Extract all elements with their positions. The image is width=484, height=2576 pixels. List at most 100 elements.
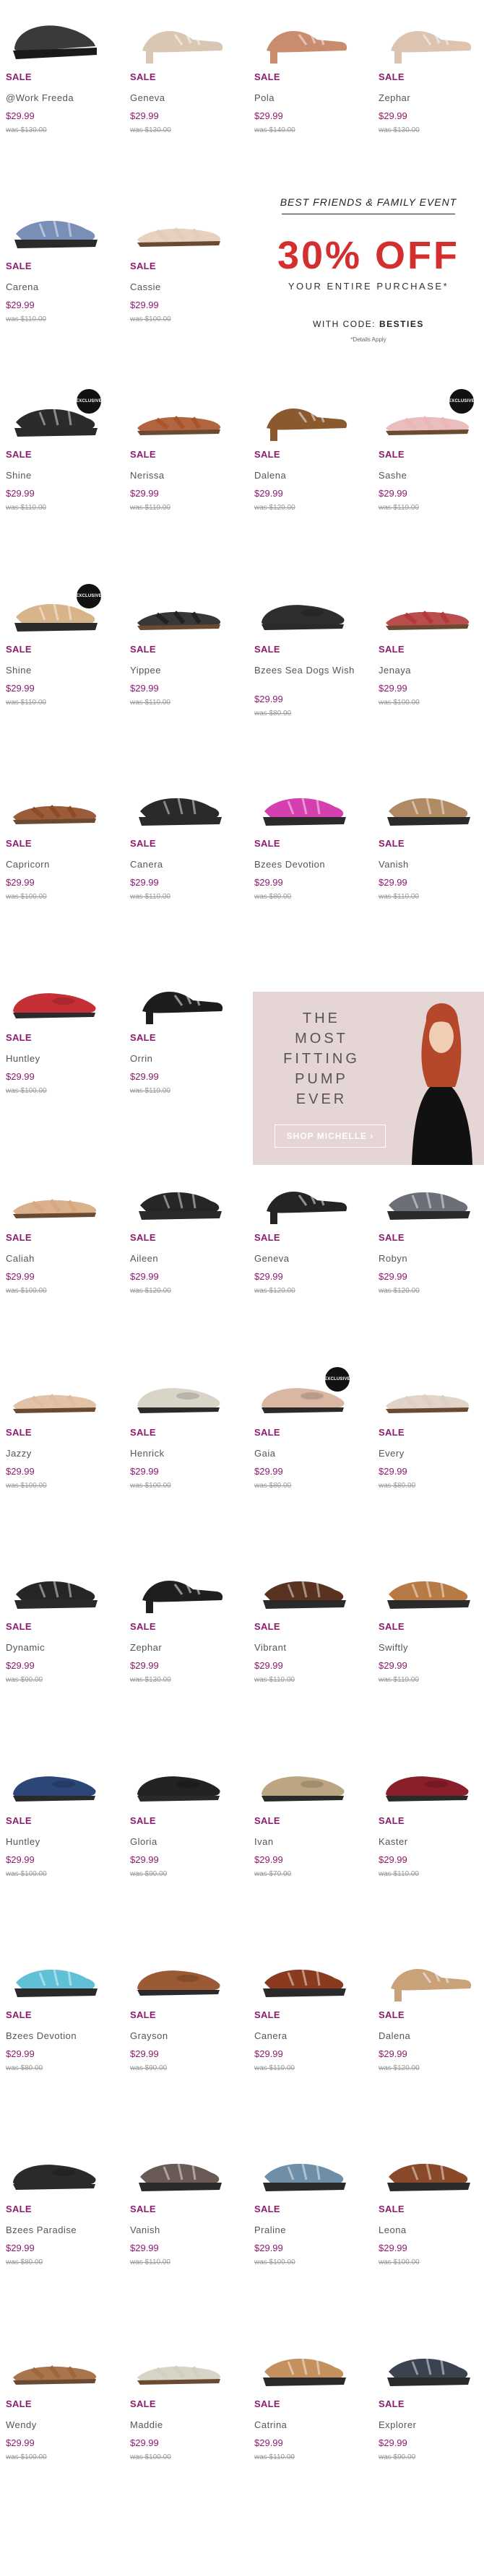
product-name[interactable]: Henrick xyxy=(130,1448,235,1459)
product-card[interactable]: SALE Orrin $29.99 was $110.00 xyxy=(124,961,240,1163)
product-image[interactable] xyxy=(124,767,233,834)
product-image[interactable] xyxy=(0,189,108,257)
product-name[interactable]: @Work Freeda xyxy=(6,92,111,103)
product-card[interactable]: SALE Swiftly $29.99 was $110.00 xyxy=(373,1550,484,1752)
product-name[interactable]: Grayson xyxy=(130,2030,235,2041)
product-name[interactable]: Vanish xyxy=(130,2224,235,2235)
product-image[interactable] xyxy=(124,189,233,257)
product-card[interactable]: SALE Kaster $29.99 was $110.00 xyxy=(373,1744,484,1947)
product-image[interactable] xyxy=(0,1550,108,1617)
product-name[interactable]: Vanish xyxy=(379,859,483,870)
product-name[interactable]: Shine xyxy=(6,665,111,676)
product-name[interactable]: Huntley xyxy=(6,1836,111,1847)
product-name[interactable]: Caliah xyxy=(6,1253,111,1264)
product-card[interactable]: SALE Every $29.99 was $80.00 xyxy=(373,1355,484,1558)
product-image[interactable] xyxy=(373,1161,481,1228)
product-image[interactable] xyxy=(373,767,481,834)
product-name[interactable]: Praline xyxy=(254,2224,359,2235)
product-name[interactable]: Capricorn xyxy=(6,859,111,870)
product-image[interactable] xyxy=(124,961,233,1029)
product-card[interactable]: SALE Catrina $29.99 was $110.00 xyxy=(249,2327,364,2530)
product-image[interactable] xyxy=(0,2132,108,2200)
product-name[interactable]: Dynamic xyxy=(6,1642,111,1653)
product-card[interactable]: SALE Maddie $29.99 was $100.00 xyxy=(124,2327,240,2530)
product-card[interactable]: SALE Capricorn $29.99 was $100.00 xyxy=(0,767,116,969)
product-card[interactable]: SALE Wendy $29.99 was $100.00 xyxy=(0,2327,116,2530)
product-image[interactable] xyxy=(124,1161,233,1228)
product-name[interactable]: Aileen xyxy=(130,1253,235,1264)
product-image[interactable] xyxy=(124,2327,233,2395)
product-name[interactable]: Huntley xyxy=(6,1053,111,1064)
product-card[interactable]: EXCLUSIVE SALE Gaia $29.99 was $80.00 xyxy=(249,1355,364,1558)
product-name[interactable]: Orrin xyxy=(130,1053,235,1064)
product-image[interactable] xyxy=(373,2327,481,2395)
product-card[interactable]: EXCLUSIVE SALE Sashe $29.99 was $110.00 xyxy=(373,377,484,580)
product-image[interactable] xyxy=(124,0,233,68)
product-image[interactable] xyxy=(373,1550,481,1617)
product-card[interactable]: SALE Henrick $29.99 was $100.00 xyxy=(124,1355,240,1558)
product-image[interactable] xyxy=(0,1355,108,1423)
product-image[interactable] xyxy=(124,1550,233,1617)
product-card[interactable]: SALE Bzees Devotion $29.99 was $80.00 xyxy=(0,1938,116,2141)
product-name[interactable]: Wendy xyxy=(6,2419,111,2430)
product-image[interactable] xyxy=(249,572,357,640)
product-image[interactable] xyxy=(124,377,233,445)
product-name[interactable]: Sashe xyxy=(379,470,483,481)
product-card[interactable]: SALE Vibrant $29.99 was $110.00 xyxy=(249,1550,364,1752)
product-name[interactable]: Jazzy xyxy=(6,1448,111,1459)
product-card[interactable]: SALE Cassie $29.99 was $100.00 xyxy=(124,189,240,392)
product-card[interactable]: SALE Vanish $29.99 was $110.00 xyxy=(373,767,484,969)
product-image[interactable] xyxy=(0,1744,108,1812)
product-card[interactable]: SALE Bzees Paradise $29.99 was $80.00 xyxy=(0,2132,116,2335)
product-name[interactable]: Carena xyxy=(6,281,111,292)
product-card[interactable]: SALE Robyn $29.99 was $120.00 xyxy=(373,1161,484,1363)
product-name[interactable]: Shine xyxy=(6,470,111,481)
promo-banner[interactable]: BEST FRIENDS & FAMILY EVENT 30% OFF YOUR… xyxy=(253,189,484,348)
product-image[interactable] xyxy=(249,1550,357,1617)
product-name[interactable]: Gloria xyxy=(130,1836,235,1847)
product-name[interactable]: Dalena xyxy=(379,2030,483,2041)
product-image[interactable] xyxy=(124,2132,233,2200)
product-name[interactable]: Geneva xyxy=(254,1253,359,1264)
product-card[interactable]: SALE Ivan $29.99 was $70.00 xyxy=(249,1744,364,1947)
product-card[interactable]: SALE Zephar $29.99 was $130.00 xyxy=(373,0,484,203)
product-card[interactable]: SALE Huntley $29.99 was $100.00 xyxy=(0,961,116,1163)
pump-ad-banner[interactable]: THE MOST FITTING PUMP EVER SHOP MICHELLE… xyxy=(253,992,484,1165)
product-card[interactable]: SALE Jazzy $29.99 was $100.00 xyxy=(0,1355,116,1558)
product-card[interactable]: SALE Praline $29.99 was $100.00 xyxy=(249,2132,364,2335)
product-image[interactable] xyxy=(249,1161,357,1228)
product-name[interactable]: Swiftly xyxy=(379,1642,483,1653)
product-image[interactable] xyxy=(0,767,108,834)
product-name[interactable]: Kaster xyxy=(379,1836,483,1847)
product-image[interactable] xyxy=(124,1355,233,1423)
product-name[interactable]: Dalena xyxy=(254,470,359,481)
product-name[interactable]: Gaia xyxy=(254,1448,359,1459)
product-name[interactable]: Jenaya xyxy=(379,665,483,676)
product-image[interactable] xyxy=(373,1355,481,1423)
product-card[interactable]: SALE Aileen $29.99 was $120.00 xyxy=(124,1161,240,1363)
product-image[interactable] xyxy=(124,572,233,640)
product-card[interactable]: SALE Explorer $29.99 was $90.00 xyxy=(373,2327,484,2530)
product-name[interactable]: Nerissa xyxy=(130,470,235,481)
product-name[interactable]: Zephar xyxy=(379,92,483,103)
product-name[interactable]: Canera xyxy=(130,859,235,870)
product-card[interactable]: SALE Dynamic $29.99 was $90.00 xyxy=(0,1550,116,1752)
product-name[interactable]: Bzees Sea Dogs Wish xyxy=(254,665,359,676)
product-card[interactable]: SALE Pola $29.99 was $140.00 xyxy=(249,0,364,203)
product-image[interactable] xyxy=(249,767,357,834)
product-name[interactable]: Canera xyxy=(254,2030,359,2041)
product-name[interactable]: Robyn xyxy=(379,1253,483,1264)
product-card[interactable]: SALE Vanish $29.99 was $110.00 xyxy=(124,2132,240,2335)
product-image[interactable] xyxy=(249,1744,357,1812)
product-image[interactable] xyxy=(373,0,481,68)
product-name[interactable]: Geneva xyxy=(130,92,235,103)
product-card[interactable]: SALE Gloria $29.99 was $90.00 xyxy=(124,1744,240,1947)
product-card[interactable]: SALE Bzees Devotion $29.99 was $80.00 xyxy=(249,767,364,969)
product-card[interactable]: SALE Bzees Sea Dogs Wish $29.99 was $80.00 xyxy=(249,572,364,775)
product-card[interactable]: SALE Geneva $29.99 was $130.00 xyxy=(124,0,240,203)
product-image[interactable] xyxy=(0,0,108,68)
product-name[interactable]: Explorer xyxy=(379,2419,483,2430)
product-card[interactable]: EXCLUSIVE SALE Shine $29.99 was $110.00 xyxy=(0,377,116,580)
product-card[interactable]: SALE Jenaya $29.99 was $100.00 xyxy=(373,572,484,775)
product-name[interactable]: Vibrant xyxy=(254,1642,359,1653)
